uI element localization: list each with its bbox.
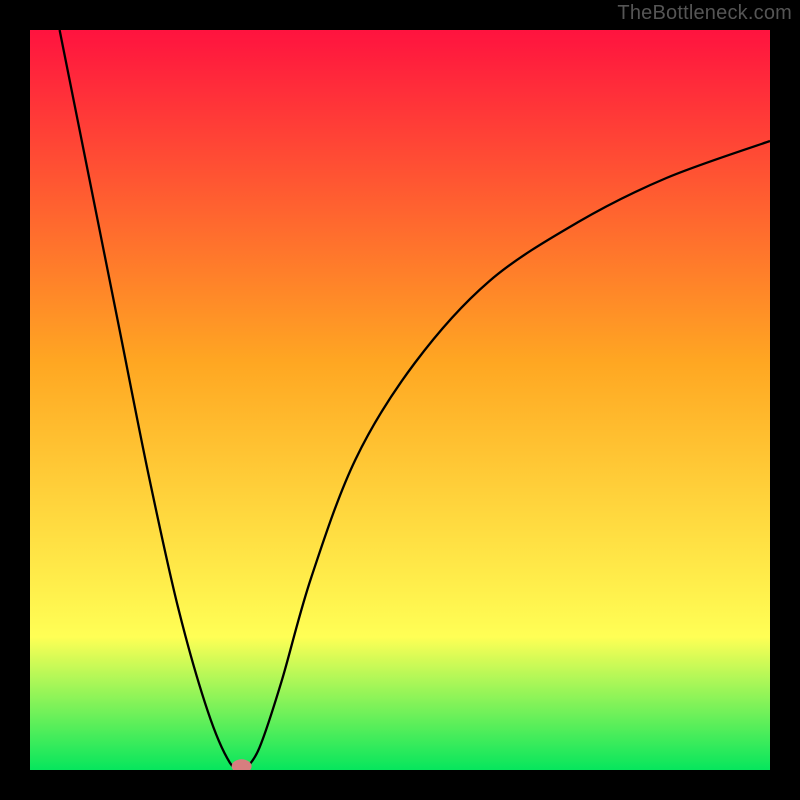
chart-svg	[30, 30, 770, 770]
plot-area	[30, 30, 770, 770]
watermark-text: TheBottleneck.com	[617, 2, 792, 25]
gradient-background	[30, 30, 770, 770]
chart-frame: TheBottleneck.com	[0, 0, 800, 800]
